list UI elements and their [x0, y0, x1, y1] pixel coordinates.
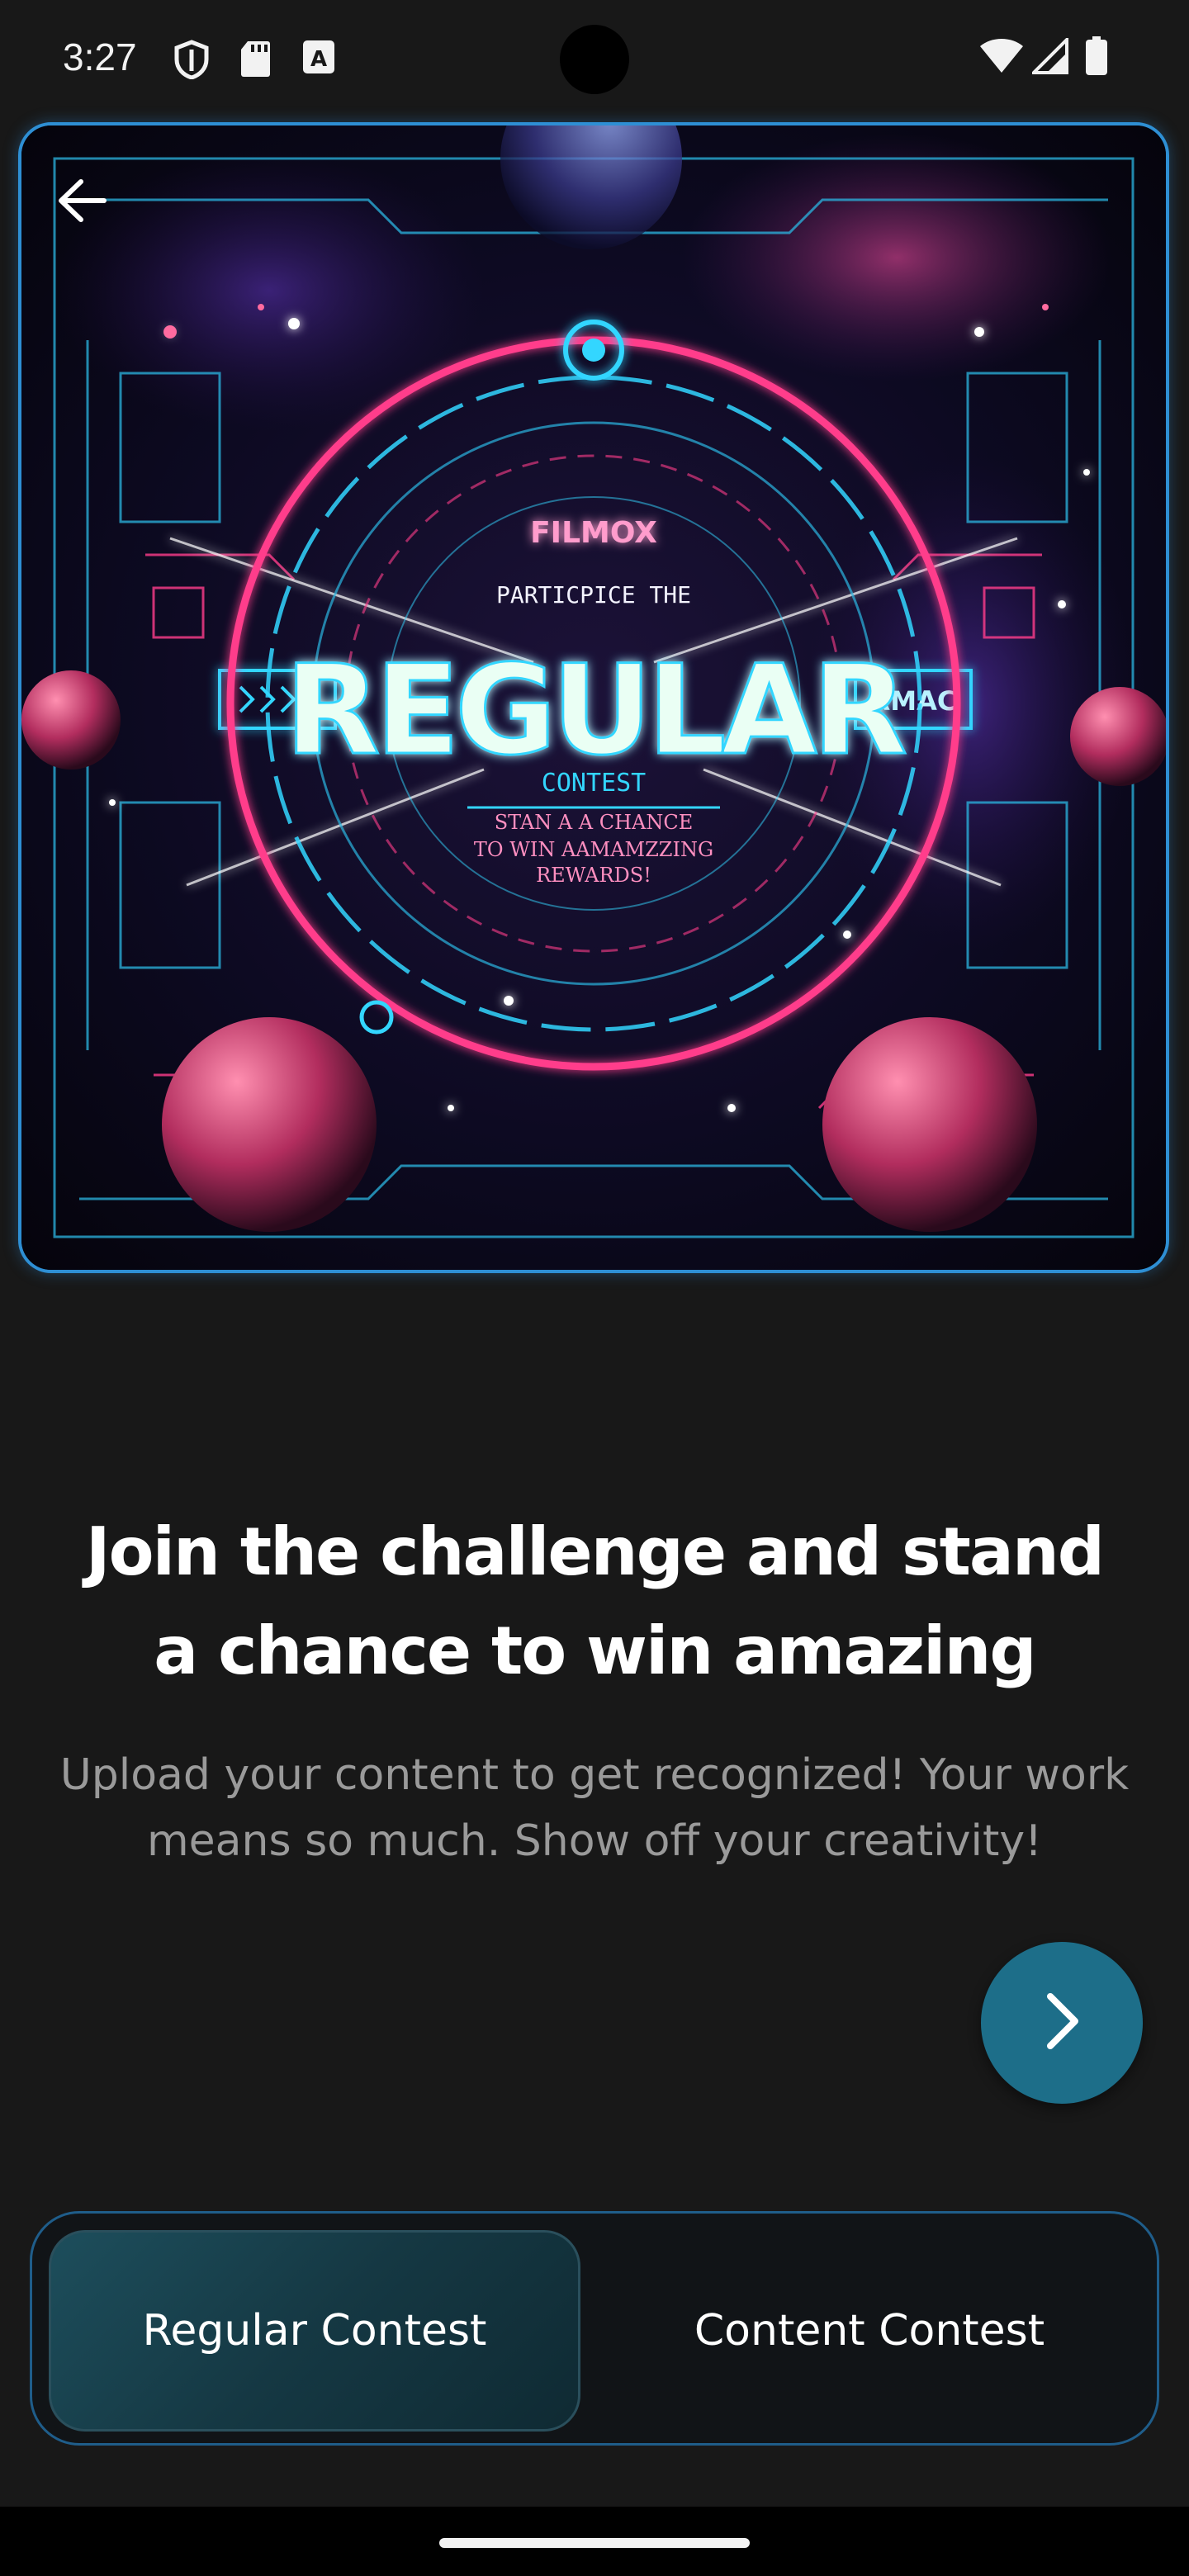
subtitle: Upload your content to get recognized! Y…: [59, 1750, 1130, 1866]
battery-icon: [1085, 36, 1108, 79]
headline-line-2: a chance to win amazing: [154, 1612, 1036, 1689]
font-a-icon: A: [302, 40, 335, 78]
signal-icon: [1030, 36, 1068, 78]
chevron-right-icon: [1037, 1988, 1087, 2057]
poster-line3: TO WIN AAMAMZZING: [474, 838, 713, 861]
poster-contest: CONTEST: [542, 769, 646, 798]
wifi-icon: [979, 36, 1024, 78]
home-indicator[interactable]: [439, 2538, 750, 2548]
svg-text:A: A: [310, 47, 327, 72]
tab-regular-contest[interactable]: Regular Contest: [49, 2230, 580, 2432]
sd-card-icon: [239, 40, 271, 81]
poster-title: REGULAR: [285, 639, 906, 783]
poster-line1: PARTICPICE THE: [496, 581, 691, 608]
status-bar: 3:27 A: [0, 0, 1189, 116]
tab-content-contest[interactable]: Content Contest: [594, 2230, 1145, 2432]
poster-line4: REWARDS!: [536, 864, 651, 887]
next-button[interactable]: [981, 1942, 1143, 2104]
poster-brand: FILMOX: [530, 516, 657, 550]
headline-line-1: Join the challenge and stand: [85, 1513, 1105, 1590]
poster-line2: STAN A A CHANCE: [495, 811, 694, 834]
front-camera: [560, 25, 629, 94]
status-time: 3:27: [63, 36, 137, 78]
back-button[interactable]: [45, 165, 119, 239]
arrow-left-icon: [56, 178, 107, 227]
contest-type-switcher: Regular Contest Content Contest: [30, 2211, 1159, 2446]
headline: Join the challenge and stand a chance to…: [33, 1503, 1156, 1701]
shield-icon: [173, 40, 210, 83]
contest-banner-image: RMAC FILMOX PARTICPICE THE REGULAR CONTE…: [18, 122, 1169, 1273]
